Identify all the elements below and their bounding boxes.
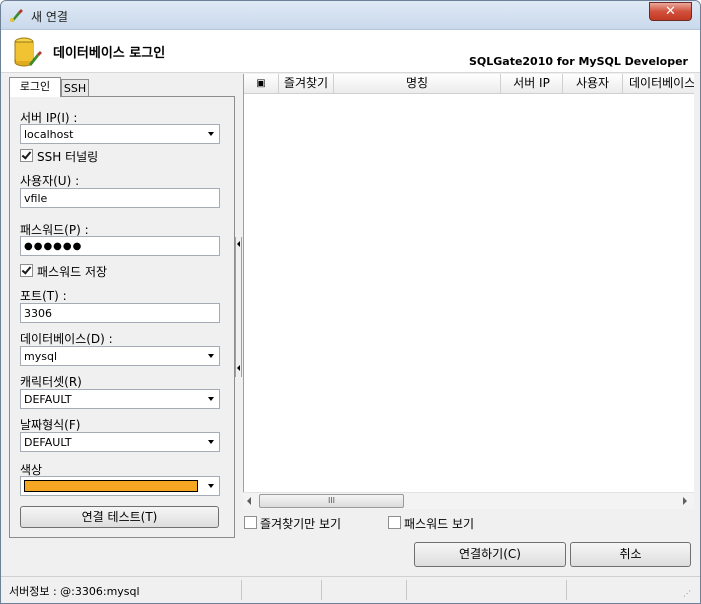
- status-separator: [566, 580, 567, 600]
- status-separator: [241, 580, 242, 600]
- status-separator: [406, 580, 407, 600]
- header-title: 데이터베이스 로그인: [53, 46, 166, 61]
- chevron-down-icon[interactable]: [208, 397, 214, 401]
- column-name[interactable]: 명칭: [334, 74, 501, 94]
- connect-button[interactable]: 연결하기(C): [414, 542, 566, 567]
- dialog-header: 데이터베이스 로그인 SQLGate2010 for MySQL Develop…: [1, 30, 700, 73]
- color-combo[interactable]: [20, 476, 220, 496]
- status-separator: [321, 580, 322, 600]
- color-swatch: [24, 480, 198, 492]
- chevron-down-icon[interactable]: [208, 484, 214, 488]
- port-input[interactable]: 3306: [20, 303, 220, 323]
- panel-splitter[interactable]: [235, 237, 242, 377]
- favorites-only-checkbox[interactable]: [244, 516, 257, 529]
- save-password-label: 패스워드 저장: [37, 265, 108, 279]
- port-label: 포트(T) :: [20, 289, 67, 303]
- chevron-down-icon[interactable]: [208, 132, 214, 136]
- date-format-label: 날짜형식(F): [20, 418, 81, 432]
- charset-combo[interactable]: DEFAULT: [20, 389, 220, 409]
- chevron-down-icon[interactable]: [208, 354, 214, 358]
- checkmark-icon: [21, 149, 32, 160]
- column-database[interactable]: 데이터베이스: [623, 74, 694, 94]
- show-password-checkbox[interactable]: [388, 516, 401, 529]
- database-combo[interactable]: mysql: [20, 346, 220, 366]
- column-server-ip[interactable]: 서버 IP: [501, 74, 563, 94]
- scrollbar-thumb[interactable]: III: [259, 494, 404, 508]
- column-favorites[interactable]: 즐겨찾기: [279, 74, 334, 94]
- server-ip-value: localhost: [24, 128, 74, 141]
- database-value: mysql: [24, 350, 57, 363]
- close-button[interactable]: ✕: [649, 2, 692, 21]
- cancel-button[interactable]: 취소: [570, 542, 691, 567]
- column-user[interactable]: 사용자: [563, 74, 623, 94]
- password-input[interactable]: ●●●●●●: [20, 236, 220, 256]
- date-format-value: DEFAULT: [24, 436, 72, 449]
- status-bar: 서버정보 : @:3306:mysql ⋰: [1, 576, 700, 603]
- connection-list-grid[interactable]: ▣ 즐겨찾기 명칭 서버 IP 사용자 데이터베이스: [243, 74, 694, 509]
- user-value: vfile: [24, 192, 48, 205]
- ssh-tunnel-label: SSH 터널링: [37, 150, 99, 164]
- server-ip-combo[interactable]: localhost: [20, 124, 220, 144]
- product-name: SQLGate2010 for MySQL Developer: [468, 55, 688, 68]
- horizontal-scrollbar[interactable]: III: [243, 492, 694, 509]
- grid-header: ▣ 즐겨찾기 명칭 서버 IP 사용자 데이터베이스: [244, 74, 694, 94]
- database-label: 데이터베이스(D) :: [20, 332, 113, 346]
- tab-ssh[interactable]: SSH: [61, 79, 89, 96]
- user-input[interactable]: vfile: [20, 188, 220, 208]
- resize-grip-icon[interactable]: ⋰: [683, 589, 691, 598]
- database-icon: [14, 37, 42, 67]
- port-value: 3306: [24, 307, 52, 320]
- charset-label: 캐릭터셋(R): [20, 375, 82, 389]
- column-select-all[interactable]: ▣: [244, 74, 279, 94]
- connection-dialog: 새 연결 ✕ 데이터베이스 로그인 SQLGate2010 for MySQL …: [0, 0, 701, 604]
- app-icon: [10, 9, 23, 22]
- scroll-left-icon[interactable]: [247, 497, 251, 505]
- test-connection-button[interactable]: 연결 테스트(T): [20, 506, 219, 528]
- favorites-only-label: 즐겨찾기만 보기: [260, 517, 342, 531]
- title-bar[interactable]: 새 연결 ✕: [1, 1, 700, 30]
- login-panel: 서버 IP(I) : localhost SSH 터널링 사용자(U) : vf…: [9, 96, 235, 538]
- password-value: ●●●●●●: [24, 241, 83, 252]
- collapse-left-icon[interactable]: [237, 365, 240, 371]
- server-info-status: 서버정보 : @:3306:mysql: [9, 585, 140, 598]
- show-password-label: 패스워드 보기: [404, 517, 475, 531]
- save-password-checkbox[interactable]: [20, 264, 33, 277]
- date-format-combo[interactable]: DEFAULT: [20, 432, 220, 452]
- user-label: 사용자(U) :: [20, 174, 80, 188]
- ssh-tunnel-checkbox[interactable]: [20, 149, 33, 162]
- checkmark-icon: [21, 264, 32, 275]
- tab-login[interactable]: 로그인: [9, 77, 61, 97]
- collapse-left-icon[interactable]: [237, 241, 240, 247]
- charset-value: DEFAULT: [24, 393, 72, 406]
- chevron-down-icon[interactable]: [208, 440, 214, 444]
- scroll-right-icon[interactable]: [683, 497, 687, 505]
- window-title: 새 연결: [31, 10, 68, 24]
